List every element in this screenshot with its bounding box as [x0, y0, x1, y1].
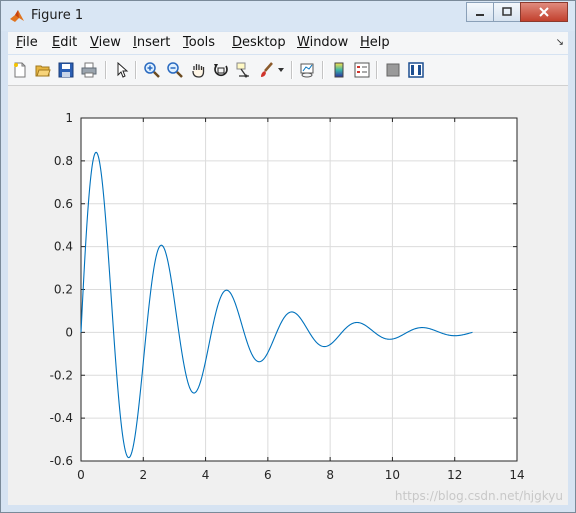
data-cursor-icon[interactable]: [234, 60, 254, 80]
link-plot-icon[interactable]: [298, 60, 318, 80]
menu-view[interactable]: View: [90, 35, 121, 50]
menu-help[interactable]: Help: [360, 35, 390, 50]
menu-file[interactable]: File: [16, 35, 38, 50]
watermark-text: https://blog.csdn.net/hjgkyu: [395, 489, 563, 503]
print-icon[interactable]: [79, 60, 99, 80]
menu-bar: File Edit View Insert Tools Desktop Wind…: [8, 32, 568, 54]
legend-icon[interactable]: [352, 60, 372, 80]
x-tick-label: 2: [139, 468, 147, 482]
window-title: Figure 1: [31, 8, 84, 23]
toolbar-separator: [322, 61, 324, 79]
show-plot-tools-icon[interactable]: [406, 60, 426, 80]
y-tick-label: 0: [65, 325, 73, 339]
menu-window[interactable]: Window: [297, 35, 348, 50]
x-tick-label: 14: [509, 468, 524, 482]
minimize-button[interactable]: [466, 2, 494, 22]
y-tick-label: 0.6: [54, 197, 73, 211]
colorbar-icon[interactable]: [329, 60, 349, 80]
y-tick-label: 0.4: [54, 240, 73, 254]
x-tick-label: 10: [385, 468, 400, 482]
toolbar-separator: [291, 61, 293, 79]
brush-dropdown-icon[interactable]: [276, 60, 286, 80]
menu-tools[interactable]: Tools: [183, 35, 215, 50]
x-tick-label: 8: [326, 468, 334, 482]
y-tick-label: -0.4: [50, 411, 73, 425]
dock-arrow-icon[interactable]: ↘: [556, 37, 564, 48]
menu-insert[interactable]: Insert: [133, 35, 170, 50]
save-icon[interactable]: [56, 60, 76, 80]
menu-desktop[interactable]: Desktop: [232, 35, 286, 50]
title-bar: Figure 1: [1, 1, 575, 31]
toolbar-separator: [105, 61, 107, 79]
x-tick-label: 6: [264, 468, 272, 482]
y-tick-label: 0.8: [54, 154, 73, 168]
zoom-out-icon[interactable]: [165, 60, 185, 80]
figure-toolbar: [8, 55, 568, 86]
select-arrow-icon[interactable]: [112, 60, 132, 80]
toolbar-separator: [376, 61, 378, 79]
x-tick-label: 0: [77, 468, 85, 482]
x-tick-label: 4: [202, 468, 210, 482]
figure-window: Figure 1 File Edit View Insert Tools Des…: [0, 0, 576, 513]
matlab-logo-icon: [9, 8, 25, 24]
rotate-3d-icon[interactable]: [211, 60, 231, 80]
new-figure-icon[interactable]: [10, 60, 30, 80]
close-button[interactable]: [520, 2, 568, 22]
plot-axes[interactable]: 0 2 4 6 8 10 12 14 1 0.8 0.6 0.4 0.2 0 -0.2 -0.4 -0.6 htt…: [8, 86, 568, 505]
y-tick-label: 1: [65, 111, 73, 125]
zoom-in-icon[interactable]: [142, 60, 162, 80]
toolbar-separator: [135, 61, 137, 79]
figure-canvas: 0 2 4 6 8 10 12 14 1 0.8 0.6 0.4 0.2 0 -0.2 -0.4 -0.6 htt…: [8, 86, 568, 505]
y-tick-label: 0.2: [54, 283, 73, 297]
y-tick-label: -0.2: [50, 368, 73, 382]
open-file-icon[interactable]: [33, 60, 53, 80]
x-tick-label: 12: [447, 468, 462, 482]
menu-edit[interactable]: Edit: [52, 35, 77, 50]
hide-plot-tools-icon[interactable]: [383, 60, 403, 80]
pan-hand-icon[interactable]: [188, 60, 208, 80]
y-tick-label: -0.6: [50, 454, 73, 468]
brush-icon[interactable]: [257, 60, 277, 80]
maximize-button[interactable]: [493, 2, 521, 22]
window-controls: [466, 2, 568, 22]
